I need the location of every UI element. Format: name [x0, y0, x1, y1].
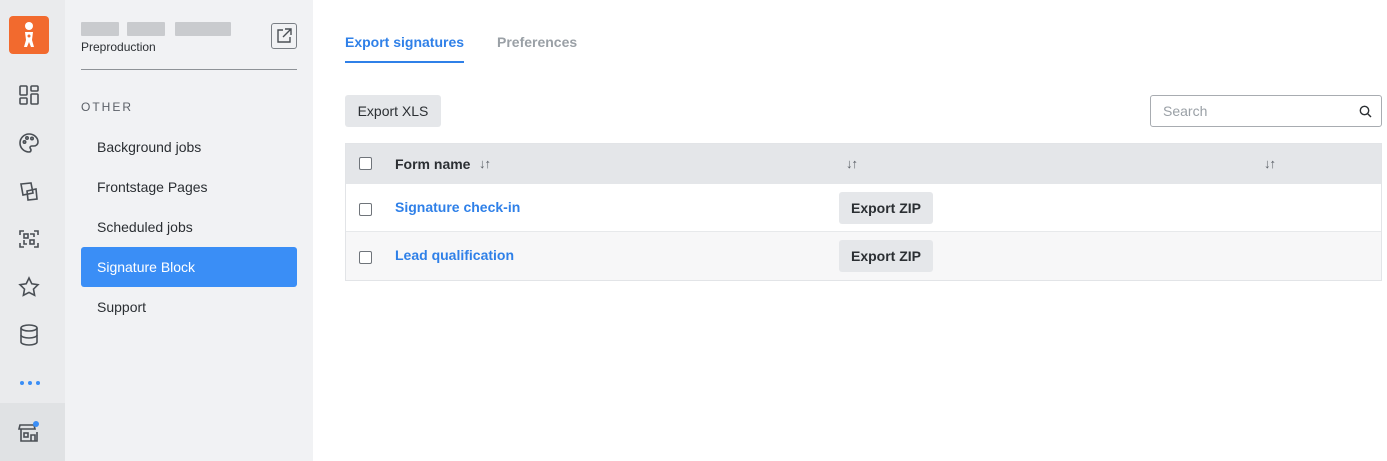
row-checkbox[interactable]	[359, 251, 372, 264]
table-row: Signature check-in Export ZIP	[346, 184, 1381, 232]
more-icon[interactable]	[19, 376, 41, 390]
form-name-link[interactable]: Signature check-in	[395, 199, 520, 215]
column-header-form-name[interactable]: Form name	[395, 156, 470, 172]
sidebar-item-frontstage-pages[interactable]: Frontstage Pages	[81, 167, 297, 207]
store-section	[0, 403, 65, 461]
search-box	[1150, 95, 1382, 127]
select-all-checkbox[interactable]	[359, 157, 372, 170]
sort-icon[interactable]: ↓↑	[846, 156, 858, 171]
form-name-link[interactable]: Lead qualification	[395, 247, 514, 263]
forms-table: Form name ↓↑ ↓↑ ↓↑ Signature check-in Ex…	[345, 143, 1382, 281]
row-checkbox[interactable]	[359, 203, 372, 216]
shapes-icon[interactable]	[17, 179, 41, 203]
dashboard-icon[interactable]	[17, 83, 41, 107]
sidebar-item-background-jobs[interactable]: Background jobs	[81, 127, 297, 167]
section-label: OTHER	[81, 100, 133, 114]
sidebar-item-signature-block[interactable]: Signature Block	[81, 247, 297, 287]
star-icon[interactable]	[17, 275, 41, 299]
app-logo-icon[interactable]	[9, 16, 49, 54]
sidebar-divider	[81, 69, 297, 70]
export-xls-button[interactable]: Export XLS	[345, 95, 441, 127]
workspace-name-redacted	[81, 22, 231, 38]
open-external-button[interactable]	[271, 23, 297, 49]
external-link-icon	[277, 28, 292, 43]
sort-icon[interactable]: ↓↑	[479, 156, 491, 171]
search-input[interactable]	[1151, 96, 1351, 126]
workspace-environment: Preproduction	[81, 40, 156, 54]
table-header: Form name ↓↑ ↓↑ ↓↑	[346, 144, 1381, 184]
export-zip-button[interactable]: Export ZIP	[839, 240, 933, 272]
search-icon[interactable]	[1359, 105, 1372, 118]
store-icon[interactable]	[17, 420, 41, 444]
export-zip-button[interactable]: Export ZIP	[839, 192, 933, 224]
sort-icon[interactable]: ↓↑	[1264, 156, 1276, 171]
table-row: Lead qualification Export ZIP	[346, 232, 1381, 280]
tab-preferences[interactable]: Preferences	[497, 34, 577, 50]
palette-icon[interactable]	[17, 131, 41, 155]
sidebar-item-support[interactable]: Support	[81, 287, 297, 327]
sidebar-item-scheduled-jobs[interactable]: Scheduled jobs	[81, 207, 297, 247]
database-icon[interactable]	[17, 323, 41, 347]
scan-icon[interactable]	[17, 227, 41, 251]
tab-export-signatures[interactable]: Export signatures	[345, 34, 465, 63]
icon-rail	[0, 0, 65, 461]
